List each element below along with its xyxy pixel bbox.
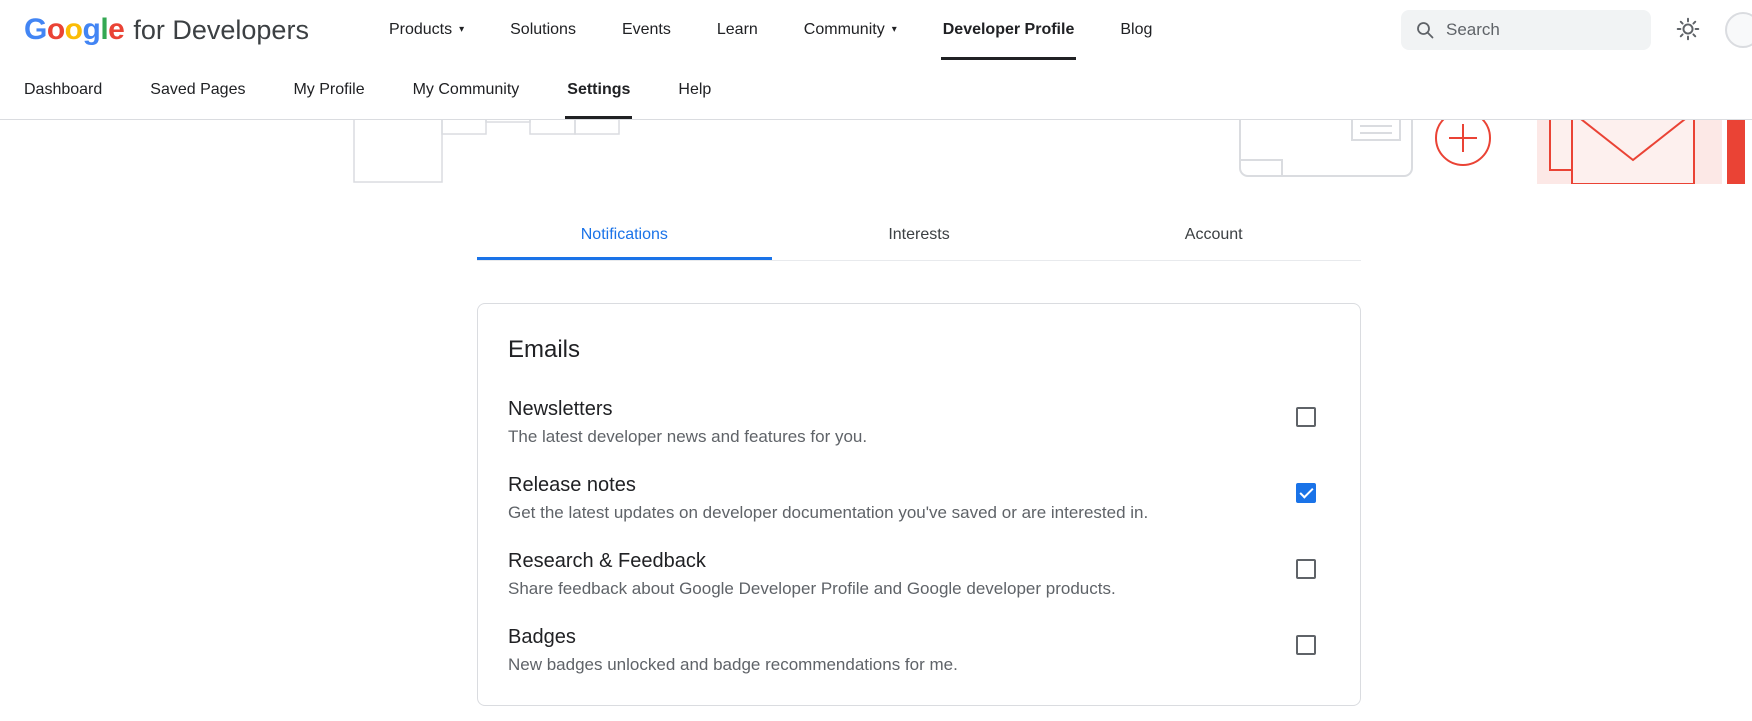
row-description: New badges unlocked and badge recommenda… (508, 655, 958, 675)
envelope-illustration (1537, 120, 1745, 184)
nav-developer-profile-label: Developer Profile (943, 21, 1075, 39)
row-title: Release notes (508, 474, 1148, 497)
nav-blog[interactable]: Blog (1120, 0, 1152, 60)
row-description: The latest developer news and features f… (508, 427, 867, 447)
google-logo-wordmark: G o o g l e (24, 13, 124, 47)
banner-illustration (0, 120, 1752, 184)
nav-solutions[interactable]: Solutions (510, 0, 576, 60)
subnav-settings[interactable]: Settings (567, 60, 630, 119)
checkbox-badges[interactable] (1296, 635, 1316, 655)
banner-graphics (0, 120, 1752, 184)
checkbox-research-feedback[interactable] (1296, 559, 1316, 579)
row-text: Research & Feedback Share feedback about… (508, 550, 1116, 599)
nav-community-label: Community (804, 21, 885, 39)
logo-letter: g (83, 13, 101, 47)
nav-learn[interactable]: Learn (717, 0, 758, 60)
subnav-help[interactable]: Help (678, 60, 711, 119)
email-setting-row: Research & Feedback Share feedback about… (508, 550, 1330, 599)
profile-subnav: Dashboard Saved Pages My Profile My Comm… (0, 60, 1752, 120)
email-setting-row: Release notes Get the latest updates on … (508, 474, 1330, 523)
logo-letter: e (108, 13, 124, 47)
subnav-my-community[interactable]: My Community (413, 60, 520, 119)
sun-icon (1675, 16, 1701, 45)
note-card-illustration (1240, 120, 1412, 176)
row-text: Release notes Get the latest updates on … (508, 474, 1148, 523)
chevron-down-icon: ▾ (892, 25, 897, 35)
subnav-dashboard[interactable]: Dashboard (24, 60, 102, 119)
tab-account[interactable]: Account (1066, 206, 1361, 260)
nav-solutions-label: Solutions (510, 21, 576, 39)
google-developers-logo[interactable]: G o o g l e for Developers (24, 13, 309, 47)
subnav-saved-pages-label: Saved Pages (150, 81, 245, 99)
nav-developer-profile[interactable]: Developer Profile (943, 0, 1075, 60)
checkbox-release-notes[interactable] (1296, 483, 1316, 503)
logo-letter: o (47, 13, 65, 47)
subnav-help-label: Help (678, 81, 711, 99)
emails-card: Emails Newsletters The latest developer … (477, 303, 1361, 706)
tab-notifications[interactable]: Notifications (477, 206, 772, 260)
header-right-controls (1401, 0, 1752, 60)
user-avatar[interactable] (1725, 12, 1752, 48)
checkbox-newsletters[interactable] (1296, 407, 1316, 427)
theme-toggle-button[interactable] (1675, 16, 1701, 45)
search-input[interactable] (1446, 20, 1667, 40)
logo-letter: o (65, 13, 83, 47)
search-icon (1415, 20, 1435, 40)
row-description: Share feedback about Google Developer Pr… (508, 579, 1116, 599)
main-nav: Products ▾ Solutions Events Learn Commun… (389, 0, 1152, 60)
subnav-my-profile[interactable]: My Profile (293, 60, 364, 119)
nav-events-label: Events (622, 21, 671, 39)
settings-content: Notifications Interests Account Emails N… (477, 206, 1361, 706)
subnav-saved-pages[interactable]: Saved Pages (150, 60, 245, 119)
nav-learn-label: Learn (717, 21, 758, 39)
row-title: Newsletters (508, 398, 867, 421)
row-title: Research & Feedback (508, 550, 1116, 573)
email-setting-row: Newsletters The latest developer news an… (508, 398, 1330, 447)
subnav-my-community-label: My Community (413, 81, 520, 99)
nav-products-label: Products (389, 21, 452, 39)
logo-suffix-text: for Developers (133, 15, 309, 46)
search-box[interactable] (1401, 10, 1651, 50)
plus-circle-icon (1436, 120, 1490, 165)
nav-community[interactable]: Community ▾ (804, 0, 897, 60)
subnav-my-profile-label: My Profile (293, 81, 364, 99)
row-text: Badges New badges unlocked and badge rec… (508, 626, 958, 675)
grid-illustration (354, 120, 619, 182)
row-description: Get the latest updates on developer docu… (508, 503, 1148, 523)
settings-tabs: Notifications Interests Account (477, 206, 1361, 261)
logo-letter: G (24, 13, 47, 47)
nav-blog-label: Blog (1120, 21, 1152, 39)
top-header: G o o g l e for Developers Products ▾ So… (0, 0, 1752, 60)
nav-products[interactable]: Products ▾ (389, 0, 464, 60)
chevron-down-icon: ▾ (459, 25, 464, 35)
row-text: Newsletters The latest developer news an… (508, 398, 867, 447)
card-title: Emails (508, 336, 1330, 364)
logo-letter: l (100, 13, 108, 47)
email-setting-row: Badges New badges unlocked and badge rec… (508, 626, 1330, 675)
subnav-settings-label: Settings (567, 81, 630, 99)
subnav-dashboard-label: Dashboard (24, 81, 102, 99)
row-title: Badges (508, 626, 958, 649)
tab-interests[interactable]: Interests (772, 206, 1067, 260)
nav-events[interactable]: Events (622, 0, 671, 60)
